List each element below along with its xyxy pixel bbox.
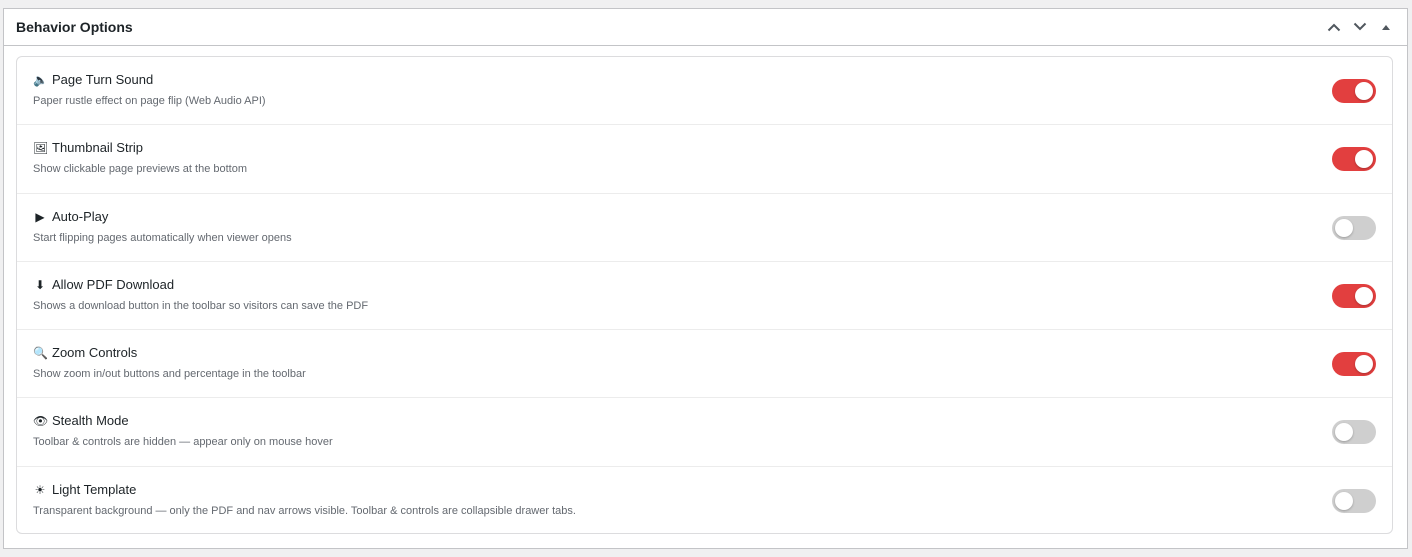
- setting-row: ☀ Light Template Transparent background — …: [17, 467, 1392, 533]
- setting-label: Thumbnail Strip: [52, 140, 144, 156]
- setting-toggle[interactable]: [1332, 215, 1376, 240]
- setting-toggle[interactable]: [1332, 420, 1376, 445]
- setting-text: 👁 Stealth Mode Toolbar & controls are hidd…: [33, 413, 333, 449]
- setting-label: Zoom Controls: [52, 345, 138, 361]
- setting-title: ☀ Light Template: [33, 482, 576, 498]
- setting-row: ▶ Auto-Play Start flipping pages automatic…: [17, 194, 1392, 262]
- panel-handle-actions: [1321, 9, 1407, 45]
- move-up-button[interactable]: [1321, 9, 1347, 45]
- setting-row: ⬇ Allow PDF Download Shows a download butt…: [17, 262, 1392, 331]
- caret-up-icon: [1382, 25, 1390, 30]
- setting-row: 👁 Stealth Mode Toolbar & controls are hidd…: [17, 398, 1392, 467]
- speaker-icon: 🔈: [33, 73, 48, 87]
- setting-text: ☀ Light Template Transparent background — …: [33, 482, 576, 518]
- setting-title: ⬇ Allow PDF Download: [33, 277, 368, 293]
- setting-description: Paper rustle effect on page flip (Web Au…: [33, 95, 266, 107]
- setting-text: ⬇ Allow PDF Download Shows a download butt…: [33, 277, 368, 313]
- toggle-knob: [1355, 355, 1373, 374]
- setting-toggle[interactable]: [1332, 79, 1376, 103]
- setting-label: Light Template: [52, 481, 137, 497]
- setting-toggle[interactable]: [1332, 283, 1376, 308]
- setting-toggle[interactable]: [1332, 488, 1376, 513]
- setting-title: 🔍 Zoom Controls: [33, 345, 306, 361]
- toggle-knob: [1355, 286, 1373, 305]
- setting-title: ▶ Auto-Play: [33, 209, 292, 225]
- setting-text: 🔈 Page Turn Sound Paper rustle effect on p…: [33, 72, 266, 108]
- panel-header: Behavior Options: [4, 9, 1407, 46]
- toggle-knob: [1355, 150, 1373, 169]
- setting-description: Start flipping pages automatically when …: [33, 231, 292, 244]
- setting-label: Allow PDF Download: [52, 276, 175, 292]
- setting-description: Show zoom in/out buttons and percentage …: [33, 368, 306, 381]
- setting-toggle[interactable]: [1332, 352, 1376, 377]
- setting-label: Page Turn Sound: [52, 72, 154, 87]
- play-icon: ▶: [35, 209, 45, 224]
- chevron-up-icon: [1327, 23, 1341, 32]
- setting-label: Auto-Play: [52, 208, 109, 224]
- picture-icon: 🖼: [33, 141, 49, 156]
- toggle-knob: [1335, 491, 1353, 510]
- setting-toggle[interactable]: [1332, 147, 1376, 172]
- download-arrow-icon: ⬇: [34, 277, 46, 292]
- setting-text: ▶ Auto-Play Start flipping pages automatic…: [33, 209, 292, 245]
- sun-icon: ☀: [34, 482, 46, 497]
- panel-title: Behavior Options: [16, 19, 133, 35]
- setting-description: Show clickable page previews at the bott…: [33, 163, 248, 176]
- toggle-knob: [1355, 82, 1373, 100]
- magnifier-icon: 🔍: [33, 346, 48, 361]
- setting-row: 🔍 Zoom Controls Show zoom in/out buttons a…: [17, 330, 1392, 399]
- toggle-panel-button[interactable]: [1373, 9, 1399, 45]
- setting-label: Stealth Mode: [52, 413, 129, 429]
- setting-description: Transparent background — only the PDF an…: [33, 504, 576, 517]
- setting-title: 🖼 Thumbnail Strip: [33, 140, 247, 156]
- setting-row: 🔈 Page Turn Sound Paper rustle effect on p…: [17, 57, 1392, 126]
- eye-icon: 👁: [33, 414, 49, 429]
- setting-title: 🔈 Page Turn Sound: [33, 72, 266, 88]
- setting-text: 🖼 Thumbnail Strip Show clickable page prev…: [33, 140, 247, 176]
- move-down-button[interactable]: [1347, 9, 1373, 45]
- setting-description: Toolbar & controls are hidden — appear o…: [33, 436, 333, 449]
- settings-list: 🔈 Page Turn Sound Paper rustle effect on p…: [16, 56, 1393, 534]
- setting-description: Shows a download button in the toolbar s…: [33, 299, 369, 312]
- setting-text: 🔍 Zoom Controls Show zoom in/out buttons a…: [33, 345, 306, 381]
- behavior-options-panel: Behavior Options 🔈 Page Turn Sound Paper r…: [3, 8, 1408, 549]
- setting-row: 🖼 Thumbnail Strip Show clickable page prev…: [17, 125, 1392, 194]
- setting-title: 👁 Stealth Mode: [33, 413, 333, 429]
- chevron-down-icon: [1353, 22, 1367, 31]
- toggle-knob: [1335, 423, 1353, 442]
- toggle-knob: [1335, 218, 1353, 237]
